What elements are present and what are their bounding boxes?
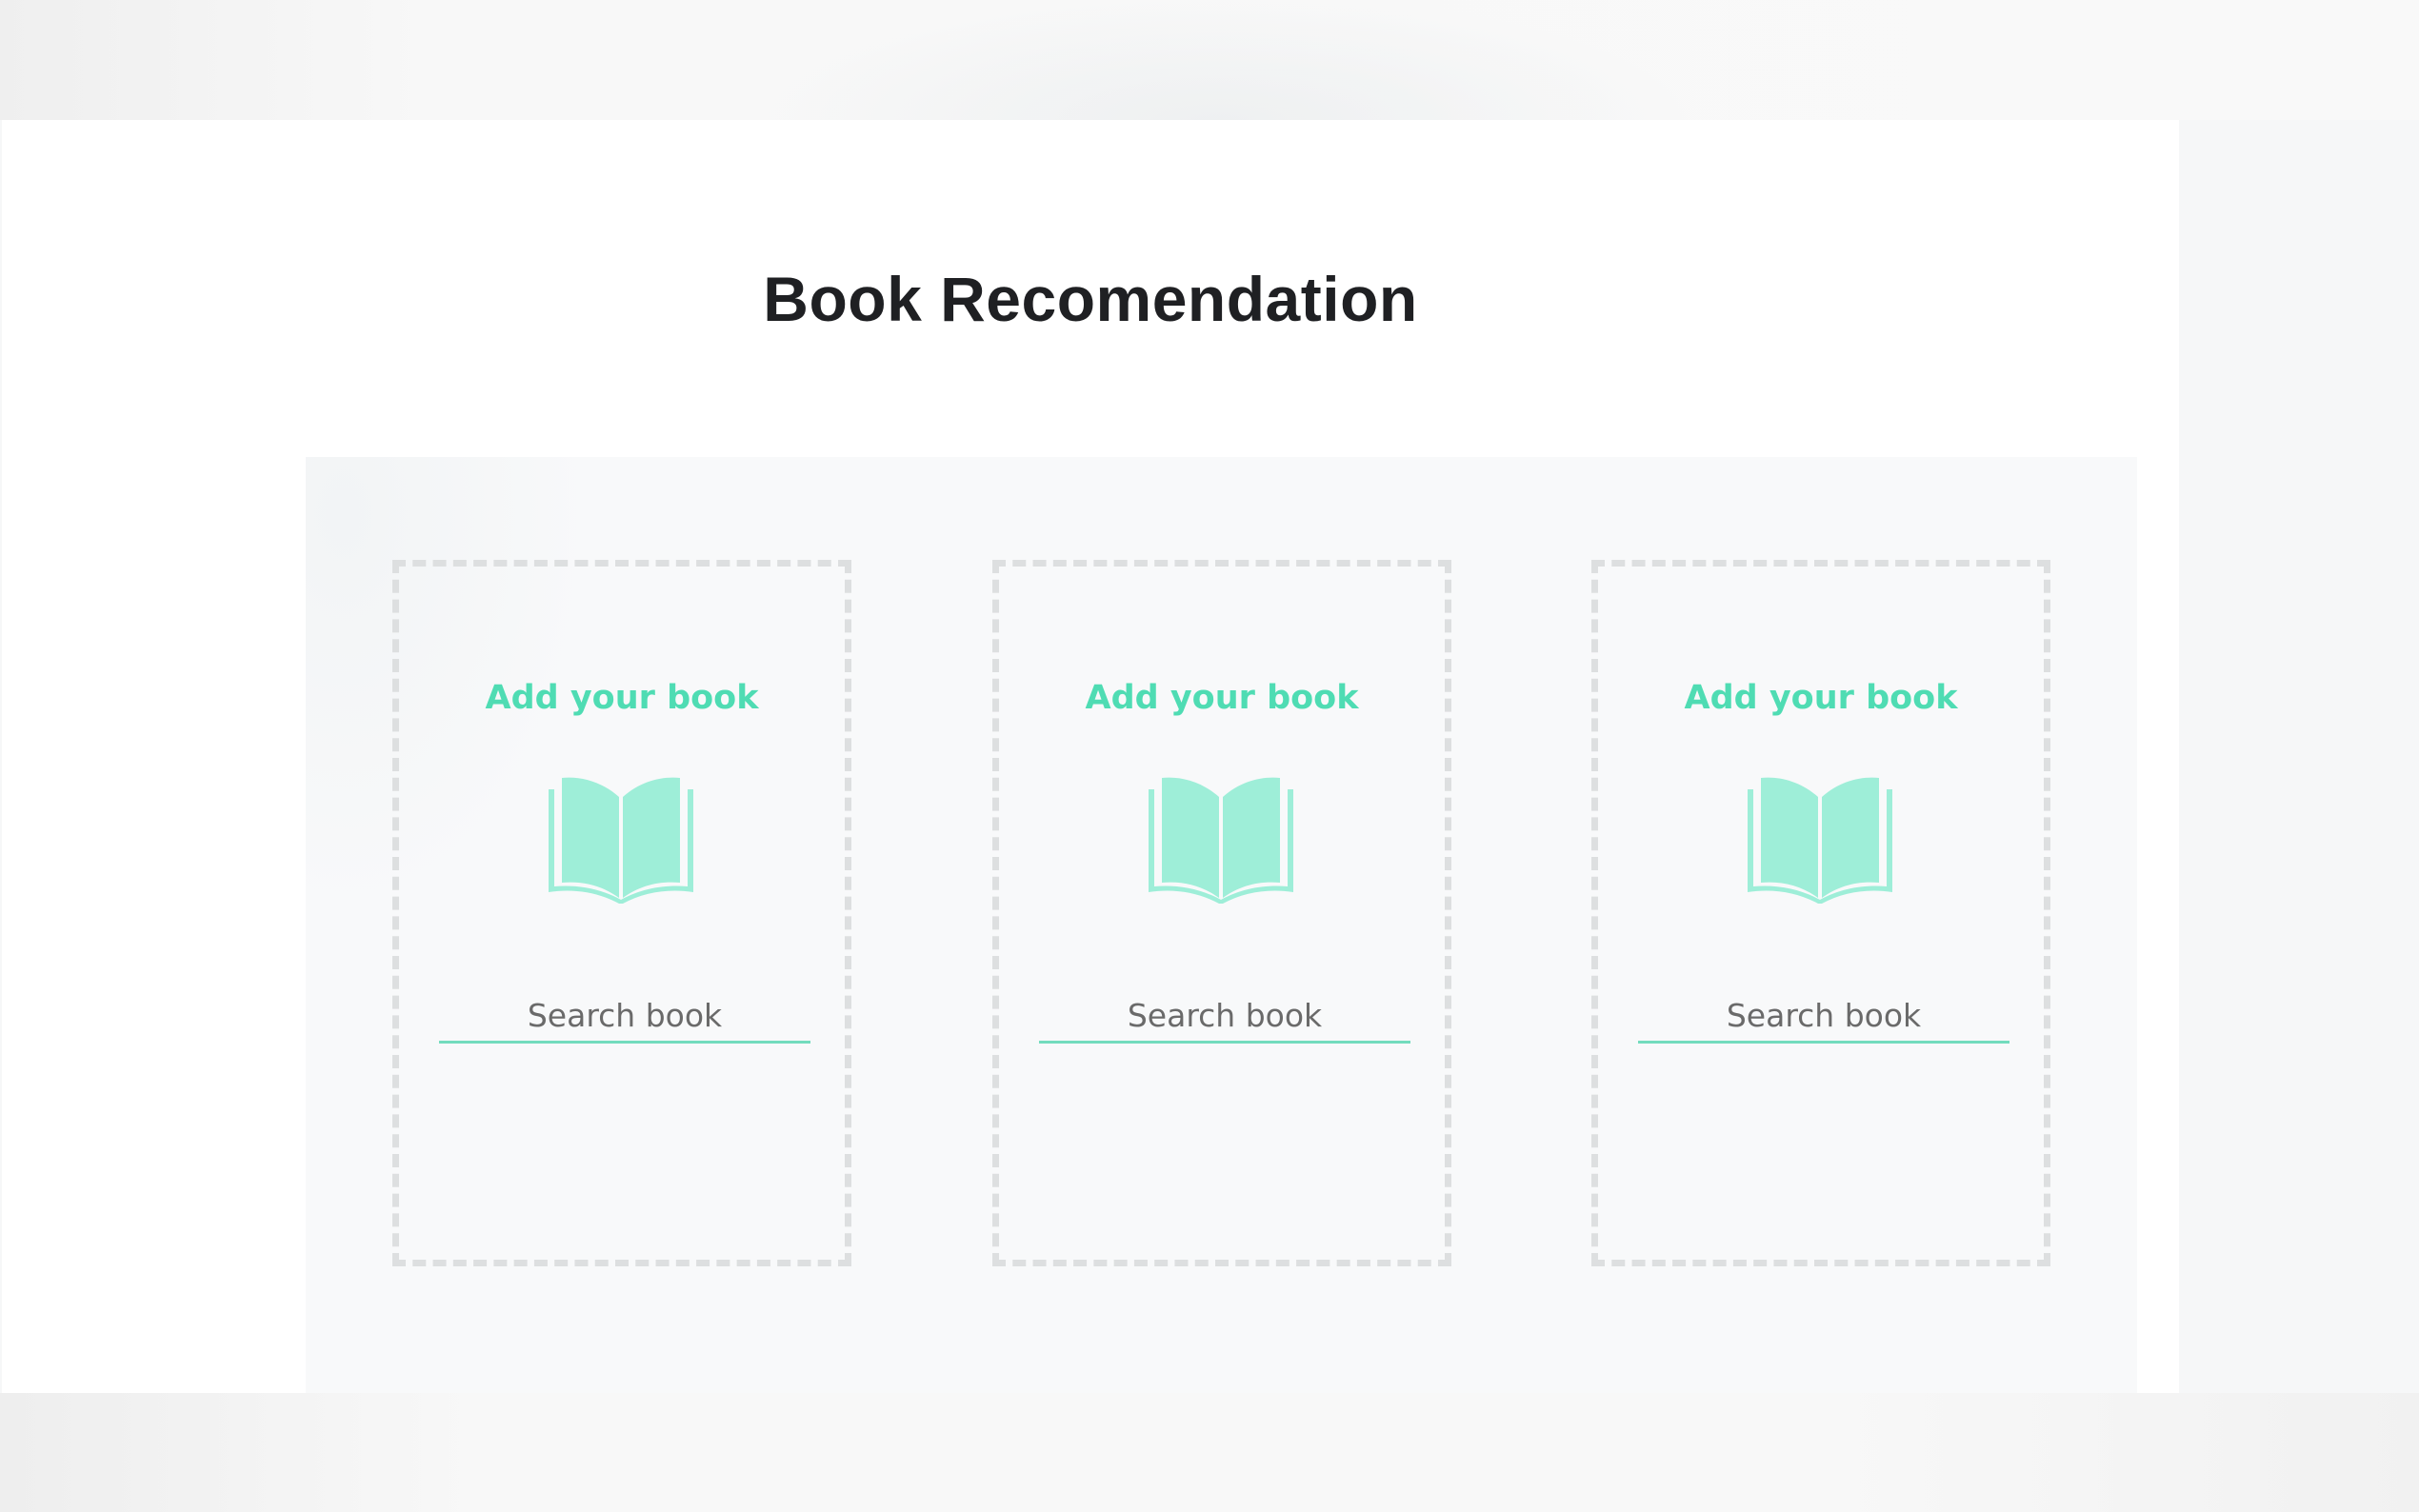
open-book-icon — [1149, 777, 1293, 904]
search-book-input[interactable] — [1039, 990, 1410, 1044]
book-card[interactable]: Add your book — [392, 560, 851, 1266]
add-book-heading: Add your book — [1684, 679, 1958, 717]
page-title: Book Recomendation — [763, 264, 1418, 334]
open-book-icon — [1748, 777, 1892, 904]
main-panel: Book Recomendation Add your book Add you… — [2, 120, 2179, 1393]
book-card[interactable]: Add your book — [1591, 560, 2050, 1266]
background-bottom — [0, 1393, 2419, 1512]
search-book-input[interactable] — [439, 990, 810, 1044]
background-top — [0, 0, 2419, 120]
search-book-input[interactable] — [1638, 990, 2009, 1044]
book-card[interactable]: Add your book — [992, 560, 1451, 1266]
book-cards-area: Add your book Add your book Add your boo… — [306, 457, 2137, 1393]
add-book-heading: Add your book — [485, 679, 759, 717]
open-book-icon — [549, 777, 693, 904]
add-book-heading: Add your book — [1085, 679, 1359, 717]
